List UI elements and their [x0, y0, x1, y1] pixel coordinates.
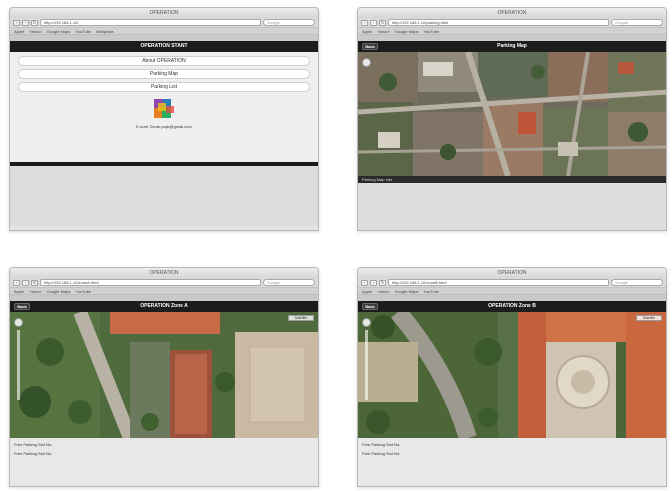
map-status-bar: Parking Map Info	[358, 176, 666, 183]
satellite-map[interactable]: Satellite	[10, 312, 318, 438]
free-slot-line: Free Parking Slot No:	[362, 442, 401, 447]
window-title: OPERATION	[358, 268, 666, 278]
bookmark-item[interactable]: Apple	[362, 28, 372, 34]
satellite-map[interactable]	[358, 52, 666, 176]
back-arrow-icon[interactable]: ‹	[13, 279, 20, 286]
bookmark-item[interactable]: Google Maps	[47, 28, 71, 34]
back-button[interactable]: Back	[362, 303, 378, 310]
address-bar[interactable]: http://192.168.1.10/parking.html	[388, 19, 609, 26]
bookmarks-bar: Apple Yahoo! Google Maps YouTube	[358, 28, 666, 35]
app-header: OPERATION STANT	[10, 41, 318, 52]
app-header: Back OPERATION Zone B	[358, 301, 666, 312]
browser-toolbar: ‹ › ↻ http://192.168.1.10/parking.html G…	[358, 18, 666, 28]
bookmarks-bar: Apple Yahoo! Google Maps YouTube	[358, 288, 666, 295]
address-bar[interactable]: http://192.168.1.10/zoneA.html	[40, 279, 261, 286]
search-field[interactable]: Google	[611, 19, 663, 26]
parking-list-button[interactable]: Parking List	[18, 82, 310, 92]
main-menu: About OPERATION Parking Map Parking List…	[10, 52, 318, 162]
window-title: OPERATION	[358, 8, 666, 18]
about-button[interactable]: About OPERATION	[18, 56, 310, 66]
app-header: Back Parking Map	[358, 41, 666, 52]
forward-arrow-icon[interactable]: ›	[370, 19, 377, 26]
browser-window-zone-b: OPERATION ‹ › ↻ http://192.168.1.10/zone…	[357, 267, 667, 487]
pan-control[interactable]	[362, 58, 371, 67]
reload-icon[interactable]: ↻	[31, 19, 38, 26]
bookmark-item[interactable]: Yahoo!	[29, 288, 41, 294]
forward-arrow-icon[interactable]: ›	[370, 279, 377, 286]
app-title: Parking Map	[497, 43, 527, 49]
logo-image	[151, 98, 177, 120]
free-slot-line: Free Parking Slot No:	[14, 451, 53, 456]
bookmark-item[interactable]: Yahoo!	[377, 28, 389, 34]
bookmarks-bar: Apple Yahoo! Google Maps YouTube Wikiped…	[10, 28, 318, 35]
bookmark-item[interactable]: YouTube	[75, 288, 91, 294]
empty-area	[10, 166, 318, 226]
bookmark-item[interactable]: Google Maps	[47, 288, 71, 294]
parking-info-panel: Free Parking Slot No: Free Parking Slot …	[358, 438, 666, 486]
bookmark-item[interactable]: Wikipedia	[96, 28, 113, 34]
window-title: OPERATION	[10, 268, 318, 278]
empty-area	[358, 183, 666, 230]
bookmark-item[interactable]: Google Maps	[395, 28, 419, 34]
satellite-map[interactable]: Satellite	[358, 312, 666, 438]
browser-toolbar: ‹ › ↻ http://192.168.1.10/ Google	[10, 18, 318, 28]
app-header: Back OPERATION Zone A	[10, 301, 318, 312]
parking-map-button[interactable]: Parking Map	[18, 69, 310, 79]
bookmark-item[interactable]: Yahoo!	[377, 288, 389, 294]
bookmark-item[interactable]: Google Maps	[395, 288, 419, 294]
browser-toolbar: ‹ › ↻ http://192.168.1.10/zoneB.html Goo…	[358, 278, 666, 288]
browser-window-parking-map: OPERATION ‹ › ↻ http://192.168.1.10/park…	[357, 7, 667, 231]
forward-arrow-icon[interactable]: ›	[22, 279, 29, 286]
bookmark-item[interactable]: Apple	[362, 288, 372, 294]
back-arrow-icon[interactable]: ‹	[361, 19, 368, 26]
back-arrow-icon[interactable]: ‹	[13, 19, 20, 26]
satellite-image	[358, 312, 666, 438]
satellite-image	[10, 312, 318, 438]
forward-arrow-icon[interactable]: ›	[22, 19, 29, 26]
search-field[interactable]: Google	[611, 279, 663, 286]
back-button[interactable]: Back	[362, 43, 378, 50]
map-type-button[interactable]: Satellite	[288, 315, 314, 321]
bookmark-item[interactable]: Apple	[14, 28, 24, 34]
back-arrow-icon[interactable]: ‹	[361, 279, 368, 286]
reload-icon[interactable]: ↻	[379, 19, 386, 26]
browser-toolbar: ‹ › ↻ http://192.168.1.10/zoneA.html Goo…	[10, 278, 318, 288]
window-title: OPERATION	[10, 8, 318, 18]
address-bar[interactable]: http://192.168.1.10/zoneB.html	[388, 279, 609, 286]
pan-control[interactable]	[14, 318, 23, 327]
bookmark-item[interactable]: YouTube	[423, 28, 439, 34]
app-title: OPERATION Zone B	[488, 303, 536, 309]
zoom-slider[interactable]	[365, 330, 368, 400]
map-type-button[interactable]: Satellite	[636, 315, 662, 321]
contact-email: E-mail: Zoran.pajic@gmail.com	[136, 124, 192, 129]
satellite-image	[358, 52, 666, 176]
bookmark-item[interactable]: Yahoo!	[29, 28, 41, 34]
free-slot-line: Free Parking Slot No:	[362, 451, 401, 456]
search-field[interactable]: Google	[263, 19, 315, 26]
browser-window-zone-a: OPERATION ‹ › ↻ http://192.168.1.10/zone…	[9, 267, 319, 487]
back-button[interactable]: Back	[14, 303, 30, 310]
zoom-slider[interactable]	[17, 330, 20, 400]
address-bar[interactable]: http://192.168.1.10/	[40, 19, 261, 26]
browser-window-home: OPERATION ‹ › ↻ http://192.168.1.10/ Goo…	[9, 7, 319, 231]
bookmark-item[interactable]: YouTube	[423, 288, 439, 294]
bookmarks-bar: Apple Yahoo! Google Maps YouTube	[10, 288, 318, 295]
pan-control[interactable]	[362, 318, 371, 327]
reload-icon[interactable]: ↻	[379, 279, 386, 286]
app-title: OPERATION Zone A	[140, 303, 188, 309]
free-slot-line: Free Parking Slot No:	[14, 442, 53, 447]
search-field[interactable]: Google	[263, 279, 315, 286]
bookmark-item[interactable]: Apple	[14, 288, 24, 294]
reload-icon[interactable]: ↻	[31, 279, 38, 286]
bookmark-item[interactable]: YouTube	[75, 28, 91, 34]
parking-info-panel: Free Parking Slot No: Free Parking Slot …	[10, 438, 318, 486]
